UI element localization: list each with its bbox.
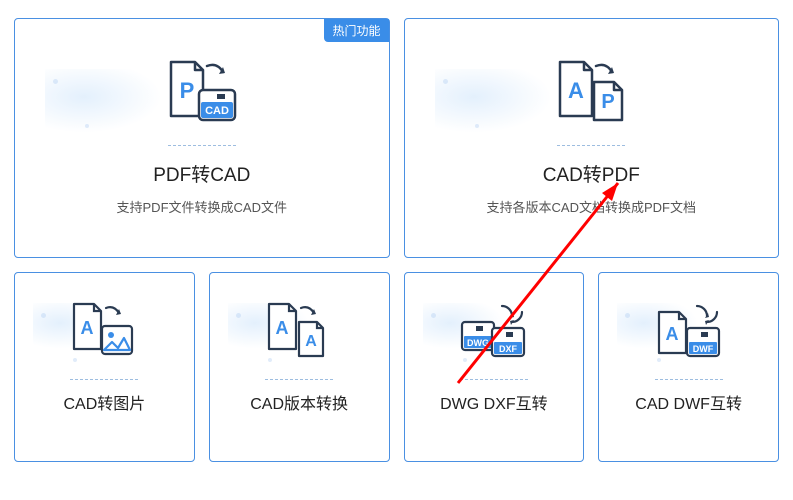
svg-text:A: A bbox=[81, 318, 94, 338]
card-cad-to-image[interactable]: A CAD转图片 bbox=[14, 272, 195, 462]
divider bbox=[460, 379, 528, 380]
svg-text:CAD: CAD bbox=[205, 105, 229, 117]
divider bbox=[655, 379, 723, 380]
card-title: CAD版本转换 bbox=[250, 390, 348, 414]
divider bbox=[265, 379, 333, 380]
card-pdf-to-cad[interactable]: 热门功能 P CAD bbox=[14, 18, 390, 258]
card-description: 支持PDF文件转换成CAD文件 bbox=[117, 197, 287, 216]
cad-dwf-convert-icon: A DWF bbox=[644, 293, 734, 373]
card-description: 支持各版本CAD文档转换成PDF文档 bbox=[487, 197, 696, 216]
svg-text:P: P bbox=[179, 78, 194, 103]
card-cad-to-pdf[interactable]: A P CAD转PDF 支持各版本CAD文档转换成PDF文档 bbox=[404, 18, 780, 258]
card-title: DWG DXF互转 bbox=[440, 390, 548, 414]
card-title: CAD DWF互转 bbox=[635, 390, 742, 414]
svg-text:A: A bbox=[665, 324, 678, 344]
svg-text:DWG: DWG bbox=[467, 338, 489, 348]
divider bbox=[557, 145, 625, 146]
card-title: CAD转图片 bbox=[63, 390, 145, 414]
svg-text:DXF: DXF bbox=[499, 344, 518, 354]
card-dwg-dxf-convert[interactable]: DWG DXF DWG DXF互转 bbox=[404, 272, 585, 462]
hot-badge: 热门功能 bbox=[324, 19, 388, 42]
svg-text:P: P bbox=[602, 91, 615, 113]
card-cad-dwf-convert[interactable]: A DWF CAD DWF互转 bbox=[598, 272, 779, 462]
divider bbox=[70, 379, 138, 380]
card-title: CAD转PDF bbox=[543, 160, 640, 187]
card-cad-version-convert[interactable]: A A CAD版本转换 bbox=[209, 272, 390, 462]
cad-version-convert-icon: A A bbox=[254, 293, 344, 373]
svg-text:A: A bbox=[568, 78, 584, 103]
divider bbox=[168, 145, 236, 146]
pdf-to-cad-icon: P CAD bbox=[152, 49, 252, 139]
cad-to-pdf-icon: A P bbox=[541, 49, 641, 139]
card-title: PDF转CAD bbox=[153, 160, 250, 187]
cad-to-image-icon: A bbox=[59, 293, 149, 373]
svg-text:DWF: DWF bbox=[692, 344, 713, 354]
dwg-dxf-convert-icon: DWG DXF bbox=[449, 293, 539, 373]
svg-text:A: A bbox=[305, 333, 317, 350]
svg-text:A: A bbox=[276, 318, 289, 338]
